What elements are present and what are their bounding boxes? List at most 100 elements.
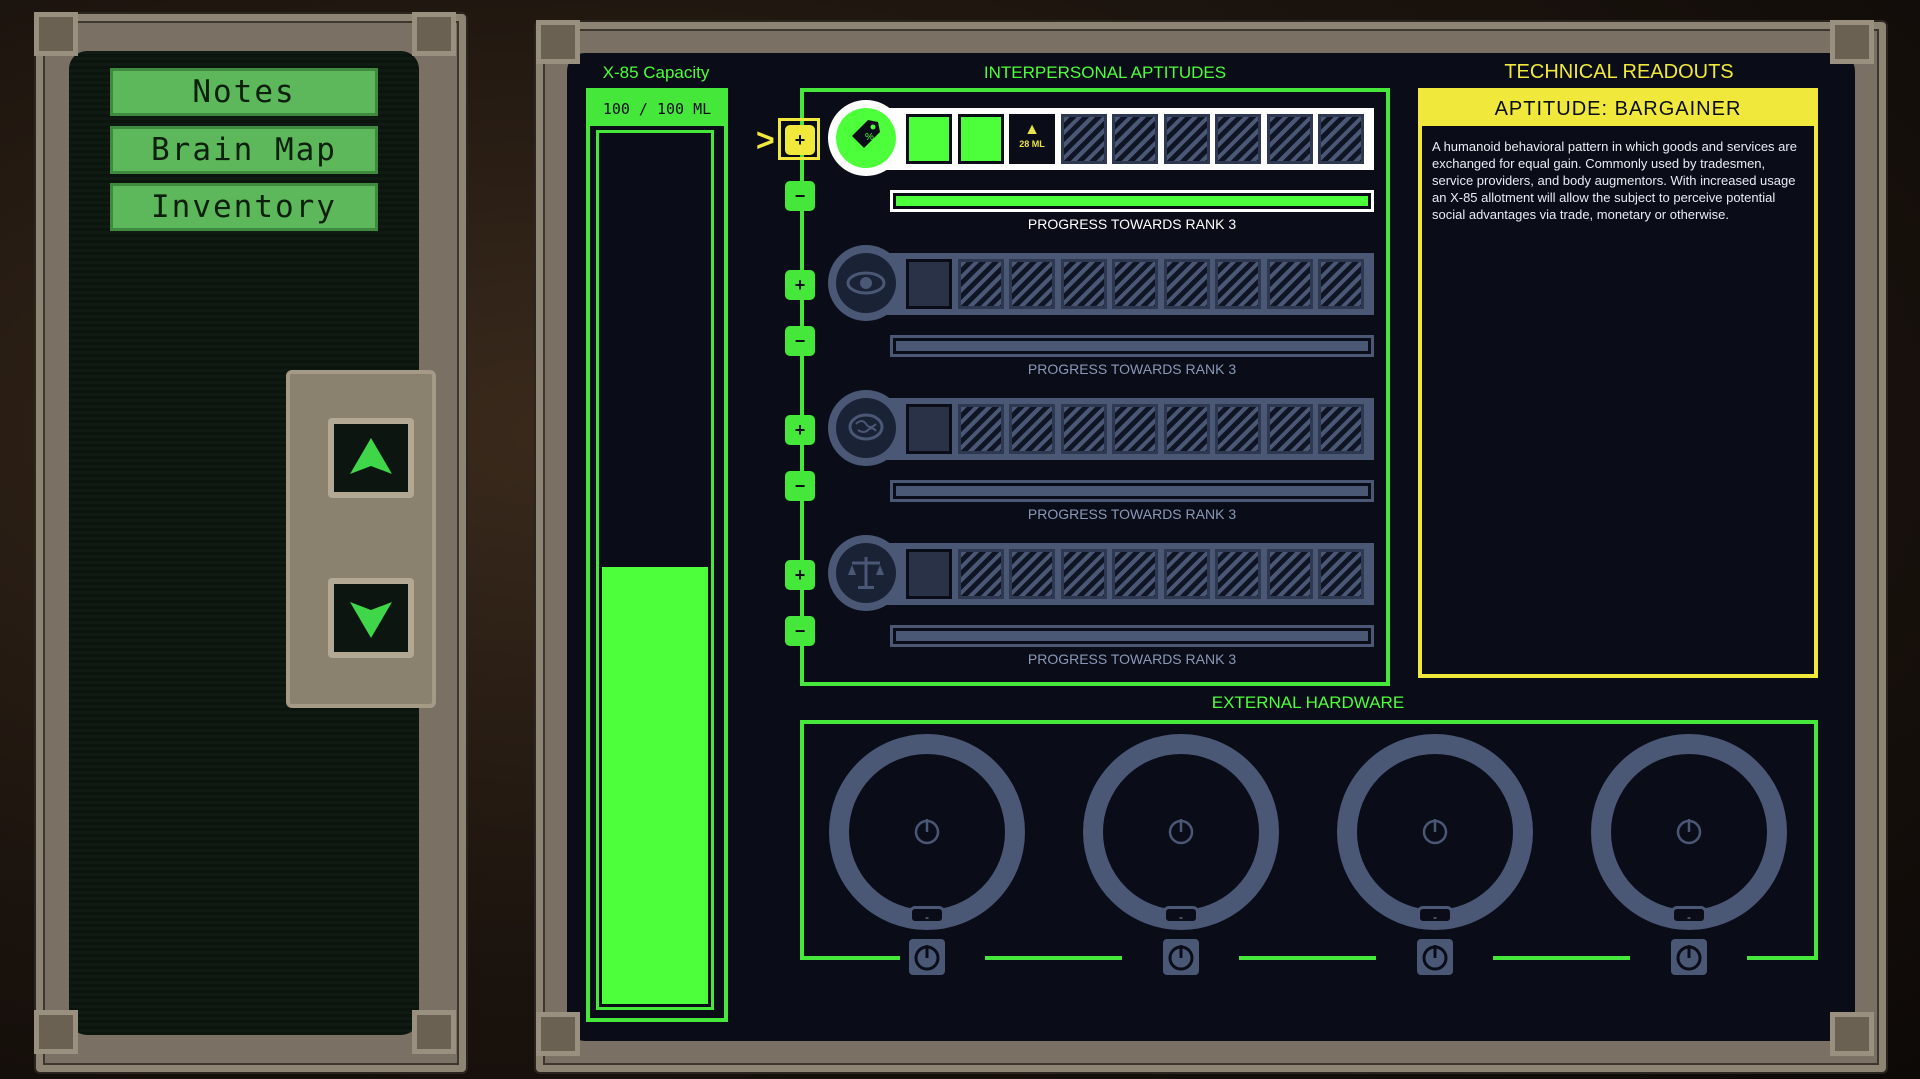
hardware-panel-border xyxy=(1747,956,1818,960)
price-tag-icon: % xyxy=(852,120,880,148)
selection-chevron-icon: > xyxy=(756,122,775,158)
hardware-slot-label: - xyxy=(1163,906,1199,924)
aptitude-slot xyxy=(1112,404,1158,454)
progress-bar xyxy=(890,190,1374,212)
progress-label: PROGRESS TOWARDS RANK 3 xyxy=(1027,216,1237,232)
increase-button[interactable]: + xyxy=(785,560,815,590)
decrease-button[interactable]: − xyxy=(785,326,815,356)
aptitude-slot xyxy=(1060,114,1107,164)
aptitude-slot xyxy=(1163,114,1210,164)
power-icon xyxy=(1422,819,1448,845)
readouts-description: A humanoid behavioral pattern in which g… xyxy=(1432,139,1797,222)
decrease-button[interactable]: − xyxy=(785,471,815,501)
decrease-button[interactable]: − xyxy=(785,181,815,211)
aptitude-slot xyxy=(1060,259,1107,309)
scroll-down-button[interactable] xyxy=(328,578,414,658)
frame-corner xyxy=(34,1010,78,1054)
aptitudes-title: INTERPERSONAL APTITUDES xyxy=(983,63,1227,82)
capacity-track xyxy=(596,130,714,1010)
aptitude-slot xyxy=(1009,549,1055,599)
aptitude-slot xyxy=(1318,259,1364,309)
aptitude-slot xyxy=(1266,404,1313,454)
aptitude-slot xyxy=(1060,404,1107,454)
scroll-control xyxy=(286,370,436,708)
slot-cost: 28 ML xyxy=(1019,139,1045,149)
inventory-button[interactable]: Inventory xyxy=(110,183,378,231)
decrease-button[interactable]: − xyxy=(785,616,815,646)
hardware-power-button[interactable] xyxy=(1163,939,1199,975)
frame-corner xyxy=(412,1010,456,1054)
aptitude-slot xyxy=(1318,404,1364,454)
progress-label: PROGRESS TOWARDS RANK 3 xyxy=(1027,506,1237,522)
hardware-power-button[interactable] xyxy=(1417,939,1453,975)
hardware-slot-label: - xyxy=(1671,906,1707,924)
hardware-title: EXTERNAL HARDWARE xyxy=(1211,693,1405,712)
notes-button[interactable]: Notes xyxy=(110,68,378,116)
aptitude-slot xyxy=(1266,549,1313,599)
capacity-value: 100 / 100 ML xyxy=(590,92,724,126)
progress-track xyxy=(896,631,1368,641)
hardware-slot-label: - xyxy=(1417,906,1453,924)
readouts-panel: APTITUDE: BARGAINER A humanoid behaviora… xyxy=(1418,88,1818,678)
aptitude-slot xyxy=(1163,259,1210,309)
aptitude-slot xyxy=(906,404,952,454)
increase-button[interactable]: + xyxy=(785,415,815,445)
hardware-panel-border xyxy=(1239,956,1376,960)
progress-bar xyxy=(890,480,1374,502)
droplet-icon: ▲ xyxy=(1024,121,1040,138)
progress-fill xyxy=(896,196,1368,206)
aptitude-slot[interactable]: ▲ 28 ML xyxy=(1009,114,1055,164)
aptitude-slot xyxy=(957,259,1004,309)
eye-icon xyxy=(846,271,886,295)
power-icon xyxy=(1676,945,1702,971)
scroll-up-button[interactable] xyxy=(328,418,414,498)
scales-icon xyxy=(848,557,884,589)
aptitude-slot xyxy=(957,114,1004,164)
aptitude-slot xyxy=(1318,549,1364,599)
frame-corner xyxy=(34,12,78,56)
aptitude-slot xyxy=(906,549,952,599)
arrow-down-icon xyxy=(350,602,392,638)
progress-track xyxy=(896,486,1368,496)
frame-corner xyxy=(536,1012,580,1056)
aptitude-slot xyxy=(1318,114,1364,164)
arrow-up-icon xyxy=(350,438,392,474)
aptitude-slot xyxy=(1112,114,1158,164)
aptitude-slot xyxy=(1215,549,1261,599)
aptitude-slot xyxy=(957,549,1004,599)
readouts-heading: APTITUDE: BARGAINER xyxy=(1422,92,1814,126)
aptitude-slot xyxy=(1060,549,1107,599)
aptitude-slot xyxy=(1163,404,1210,454)
aptitude-slot xyxy=(906,114,952,164)
readouts-title: TECHNICAL READOUTS xyxy=(1504,61,1734,83)
hardware-slot-label: - xyxy=(909,906,945,924)
aptitude-slot xyxy=(957,404,1004,454)
aptitude-slot xyxy=(1009,404,1055,454)
aptitude-slot xyxy=(1163,549,1210,599)
hardware-panel-border xyxy=(800,956,900,960)
aptitude-slot xyxy=(1215,114,1261,164)
svg-text:%: % xyxy=(865,132,874,143)
hardware-power-button[interactable] xyxy=(1671,939,1707,975)
hardware-power-button[interactable] xyxy=(909,939,945,975)
brain-map-button[interactable]: Brain Map xyxy=(110,126,378,174)
progress-label: PROGRESS TOWARDS RANK 3 xyxy=(1027,651,1237,667)
hardware-panel-border xyxy=(985,956,1122,960)
capacity-meter: 100 / 100 ML xyxy=(586,88,728,1022)
capacity-fill xyxy=(602,567,708,1004)
hardware-panel-border xyxy=(1493,956,1630,960)
progress-bar xyxy=(890,335,1374,357)
power-icon xyxy=(1676,819,1702,845)
aptitude-slot xyxy=(1009,259,1055,309)
power-icon xyxy=(914,945,940,971)
aptitude-slot xyxy=(1266,259,1313,309)
aptitude-slot xyxy=(906,259,952,309)
increase-button[interactable]: + xyxy=(785,125,815,155)
increase-button[interactable]: + xyxy=(785,270,815,300)
power-icon xyxy=(1422,945,1448,971)
frame-corner xyxy=(412,12,456,56)
power-icon xyxy=(914,819,940,845)
aptitude-slot xyxy=(1266,114,1313,164)
progress-bar xyxy=(890,625,1374,647)
aptitude-slot xyxy=(1112,549,1158,599)
